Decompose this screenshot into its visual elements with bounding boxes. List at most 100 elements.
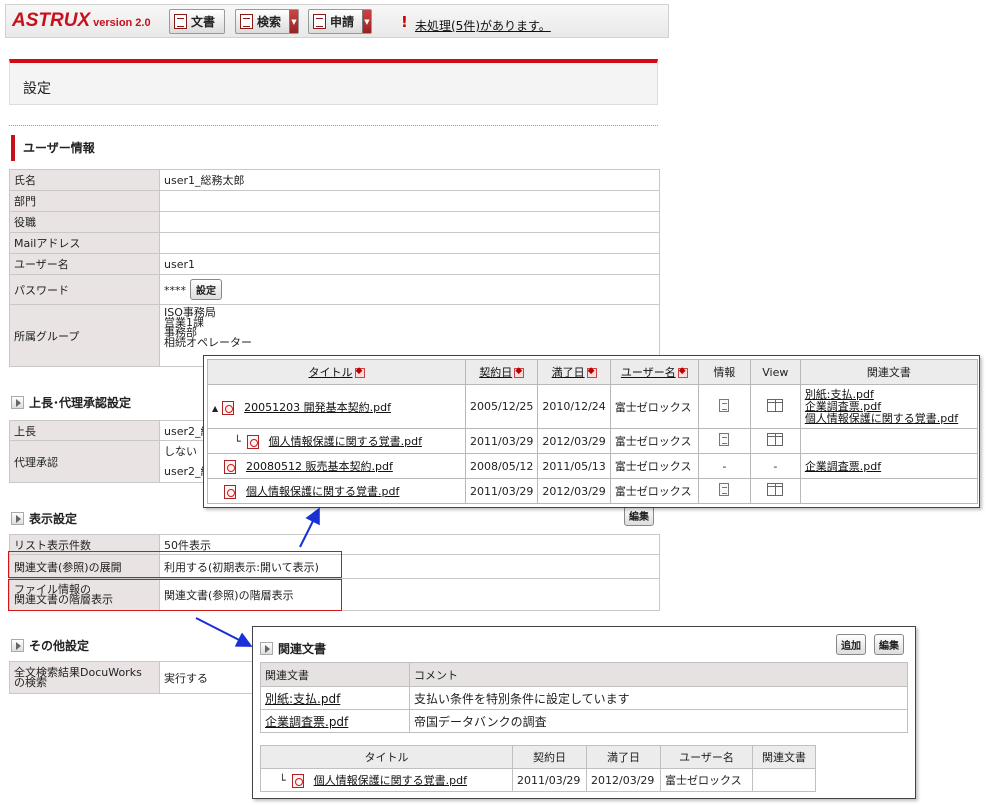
contract-date: 2011/03/29 xyxy=(512,768,587,792)
related-cell xyxy=(799,428,979,454)
col-contract: 契約日 xyxy=(512,745,587,769)
document-link[interactable]: 20051203 開発基本契約.pdf xyxy=(244,401,391,414)
pdf-icon xyxy=(291,774,304,788)
related-cell xyxy=(799,478,979,504)
col-title-label: タイトル xyxy=(308,366,353,379)
expiry-date: 2010/12/24 xyxy=(537,384,611,429)
document-list-table: タイトル 契約日 満了日 ユーザー名 情報 View 関連文書 ▲ 2005120… xyxy=(207,359,979,504)
view-cell xyxy=(749,478,801,504)
arrow-to-related-popup xyxy=(195,617,253,647)
related-cell: 企業調査票.pdf xyxy=(799,453,979,479)
comment-text: 帝国データバンクの調査 xyxy=(409,709,908,733)
table-row: 個人情報保護に関する覚書.pdf 2011/03/29 2012/03/29 富… xyxy=(207,478,979,504)
user-name: 富士ゼロックス xyxy=(609,428,699,454)
document-link[interactable]: 個人情報保護に関する覚書.pdf xyxy=(314,774,467,787)
info-cell xyxy=(697,384,751,429)
view-icon[interactable] xyxy=(767,433,784,446)
related-doc-cell: 別紙:支払.pdf xyxy=(260,686,410,710)
col-contract-label: 契約日 xyxy=(479,366,513,379)
related-link[interactable]: 別紙:支払.pdf xyxy=(265,692,340,706)
col-view: View xyxy=(749,359,801,385)
col-related: 関連文書 xyxy=(752,745,816,769)
col-user: ユーザー名 xyxy=(660,745,753,769)
row-title-cell: 20080512 販売基本契約.pdf xyxy=(207,453,466,479)
col-expiry[interactable]: 満了日 xyxy=(537,359,611,385)
sort-icon[interactable] xyxy=(514,366,525,378)
table-row: └ 個人情報保護に関する覚書.pdf 2011/03/29 2012/03/29 … xyxy=(260,768,816,792)
col-contract[interactable]: 契約日 xyxy=(464,359,539,385)
document-link[interactable]: 個人情報保護に関する覚書.pdf xyxy=(269,435,422,448)
sort-icon[interactable] xyxy=(354,366,365,378)
document-link[interactable]: 個人情報保護に関する覚書.pdf xyxy=(246,485,399,498)
col-user-label: ユーザー名 xyxy=(620,366,676,379)
info-cell xyxy=(697,428,751,454)
user-name: 富士ゼロックス xyxy=(609,384,699,429)
arrow-to-list-popup xyxy=(299,507,320,548)
child-documents-table: タイトル 契約日 満了日 ユーザー名 関連文書 └ 個人情報保護に関する覚書.pd… xyxy=(260,745,816,792)
expand-triangle-icon xyxy=(260,642,273,655)
col-title[interactable]: タイトル xyxy=(207,359,466,385)
related-cell xyxy=(752,768,816,792)
tree-branch-icon: └ xyxy=(279,774,286,787)
info-icon[interactable] xyxy=(719,483,730,496)
user-name: 富士ゼロックス xyxy=(609,453,699,479)
col-expiry-label: 満了日 xyxy=(551,366,585,379)
pdf-icon xyxy=(246,435,259,449)
user-name: 富士ゼロックス xyxy=(660,768,753,792)
col-expiry: 満了日 xyxy=(586,745,661,769)
col-user[interactable]: ユーザー名 xyxy=(609,359,699,385)
view-empty: - xyxy=(749,453,801,479)
related-doc-cell: 企業調査票.pdf xyxy=(260,709,410,733)
row-title-cell: └ 個人情報保護に関する覚書.pdf xyxy=(207,428,466,454)
pdf-icon xyxy=(222,400,235,415)
add-button[interactable]: 追加 xyxy=(836,634,866,655)
info-empty: - xyxy=(697,453,751,479)
related-link[interactable]: 企業調査票.pdf xyxy=(265,715,348,729)
related-documents-table: 関連文書 コメント 別紙:支払.pdf 支払い条件を特別条件に設定しています 企… xyxy=(260,662,908,733)
col-comment: コメント xyxy=(409,662,908,687)
info-cell xyxy=(697,478,751,504)
info-icon[interactable] xyxy=(719,433,730,446)
contract-date: 2008/05/12 xyxy=(464,453,539,479)
related-heading[interactable]: 関連文書 xyxy=(260,640,326,657)
collapse-triangle-icon[interactable]: ▲ xyxy=(212,404,218,413)
view-icon[interactable] xyxy=(767,398,784,412)
sort-icon[interactable] xyxy=(586,366,597,378)
table-row: 企業調査票.pdf 帝国データバンクの調査 xyxy=(260,709,908,733)
view-cell xyxy=(749,428,801,454)
view-cell xyxy=(749,384,801,429)
col-related-doc: 関連文書 xyxy=(260,662,410,687)
row-title-cell: ▲ 20051203 開発基本契約.pdf xyxy=(207,384,466,429)
pdf-icon xyxy=(224,460,236,474)
tree-branch-icon: └ xyxy=(234,435,241,448)
user-name: 富士ゼロックス xyxy=(609,478,699,504)
sort-icon[interactable] xyxy=(677,366,688,378)
related-documents-popup: 関連文書 追加 編集 関連文書 コメント 別紙:支払.pdf 支払い条件を特別条… xyxy=(252,626,916,799)
expiry-date: 2012/03/29 xyxy=(537,428,611,454)
col-title: タイトル xyxy=(260,745,513,769)
col-info: 情報 xyxy=(697,359,751,385)
expiry-date: 2012/03/29 xyxy=(537,478,611,504)
related-edit-button[interactable]: 編集 xyxy=(874,634,904,655)
expiry-date: 2012/03/29 xyxy=(586,768,661,792)
info-icon[interactable] xyxy=(719,398,730,412)
comment-text: 支払い条件を特別条件に設定しています xyxy=(409,686,908,710)
contract-date: 2005/12/25 xyxy=(464,384,539,429)
table-row: ▲ 20051203 開発基本契約.pdf 2005/12/25 2010/12/… xyxy=(207,384,979,429)
table-row: 20080512 販売基本契約.pdf 2008/05/12 2011/05/1… xyxy=(207,453,979,479)
table-row: └ 個人情報保護に関する覚書.pdf 2011/03/29 2012/03/29 … xyxy=(207,428,979,454)
contract-date: 2011/03/29 xyxy=(464,428,539,454)
view-icon[interactable] xyxy=(767,483,784,496)
document-list-popup: タイトル 契約日 満了日 ユーザー名 情報 View 関連文書 ▲ 2005120… xyxy=(203,355,980,508)
pdf-icon xyxy=(224,485,236,499)
col-related: 関連文書 xyxy=(799,359,979,385)
related-link[interactable]: 個人情報保護に関する覚書.pdf xyxy=(805,412,958,425)
related-link[interactable]: 企業調査票.pdf xyxy=(805,460,881,473)
related-cell: 別紙:支払.pdf 企業調査票.pdf 個人情報保護に関する覚書.pdf xyxy=(799,384,979,429)
expiry-date: 2011/05/13 xyxy=(537,453,611,479)
row-title-cell: └ 個人情報保護に関する覚書.pdf xyxy=(260,768,513,792)
row-title-cell: 個人情報保護に関する覚書.pdf xyxy=(207,478,466,504)
contract-date: 2011/03/29 xyxy=(464,478,539,504)
document-link[interactable]: 20080512 販売基本契約.pdf xyxy=(246,460,393,473)
related-heading-label: 関連文書 xyxy=(278,642,327,656)
